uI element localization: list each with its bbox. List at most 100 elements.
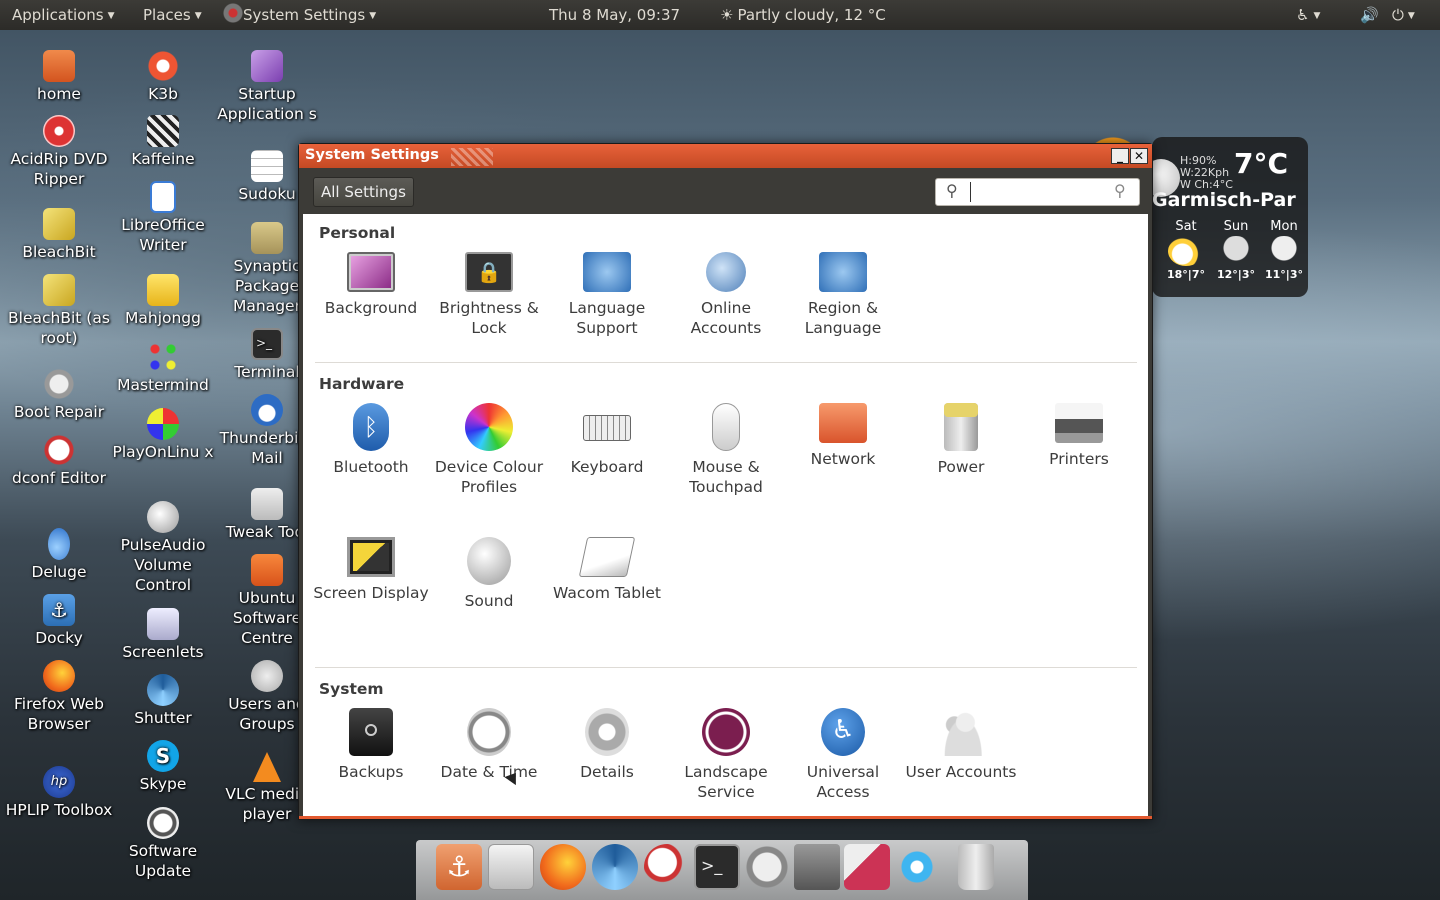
desktop-icon-dconf[interactable]: dconf Editor [4,434,114,488]
shutter-icon[interactable] [592,844,638,890]
desktop-icon-hplip[interactable]: hp HPLIP Toolbox [4,766,114,820]
places-menu[interactable]: Places ▼ [143,6,202,24]
settings-item-date-time[interactable]: Date & Time [430,708,548,782]
window-toolbar: All Settings ⚲ ⚲ [299,168,1152,214]
desktop-icon-playonlinux[interactable]: PlayOnLinu x [108,408,218,462]
desktop-icon-bleachbit-root[interactable]: BleachBit (as root) [4,274,114,348]
desktop-icon-home[interactable]: home [4,50,114,104]
weather-indicator[interactable]: ☀ Partly cloudy, 12 °C [720,6,886,24]
docky-dock: ⚓ >_ [416,840,1028,900]
mouse-icon [712,403,740,451]
desktop-icon-skype[interactable]: S Skype [108,740,218,794]
desktop-icon-label: Deluge [31,563,87,581]
desktop-icon-k3b[interactable]: K3b [108,50,218,104]
settings-item-background[interactable]: Background [312,252,430,318]
titlebar-pattern [451,148,493,166]
desktop-icon-mahjongg[interactable]: Mahjongg [108,274,218,328]
settings-item-color-profiles[interactable]: Device Colour Profiles [430,403,548,497]
sudoku-icon [251,150,283,182]
desktop-icon-label: Mastermind [117,376,209,394]
settings-item-label: Screen Display [313,584,429,602]
globe-blue-icon [819,252,867,292]
tweak-icon[interactable] [844,844,890,890]
settings-item-label: Landscape Service [684,763,768,801]
settings-item-language-support[interactable]: Language Support [548,252,666,338]
weather-widget[interactable]: H:90% W:22Kph W Ch:4°C 7°C Garmisch-Par … [1152,137,1308,297]
desktop-icon-kaffeine[interactable]: Kaffeine [108,115,218,169]
bleachbit-icon [43,208,75,240]
monitor-icon [347,252,395,292]
search-input[interactable] [970,182,1110,202]
desktop-icon-shutter[interactable]: Shutter [108,674,218,728]
desktop-icon-firefox[interactable]: Firefox Web Browser [4,660,114,734]
all-settings-button[interactable]: All Settings [313,177,414,207]
window-titlebar[interactable]: System Settings _ ✕ [299,144,1152,168]
desktop-icon-pulseaudio[interactable]: PulseAudio Volume Control [108,501,218,595]
desktop-icon-bleachbit[interactable]: BleachBit [4,208,114,262]
files-icon[interactable] [794,844,840,890]
settings-item-label: Keyboard [570,458,644,476]
online-accounts-icon [706,252,746,292]
session-indicator[interactable]: ⏻ ▼ [1392,6,1415,24]
desktop-icon-boot-repair[interactable]: Boot Repair [4,368,114,422]
home-folder-icon [43,50,75,82]
settings-content: Personal Background 🔒 Brightness & Lock … [303,214,1148,816]
docky-anchor-icon[interactable]: ⚓ [436,844,482,890]
checklist-icon[interactable] [644,844,690,890]
trash-icon[interactable] [958,844,994,890]
section-title-personal: Personal [319,224,396,242]
desktop-icon-writer[interactable]: LibreOffice Writer [108,181,218,255]
settings-item-network[interactable]: Network [784,403,902,469]
firefox-icon[interactable] [540,844,586,890]
desktop-icon-label: K3b [148,85,178,103]
settings-item-bluetooth[interactable]: ᛒ Bluetooth [312,403,430,477]
calculator-icon[interactable] [488,844,534,890]
system-settings-menu[interactable]: System Settings ▼ [243,6,376,24]
settings-item-power[interactable]: Power [902,403,1020,477]
desktop-icon-docky[interactable]: ⚓ Docky [4,594,114,648]
search-field[interactable]: ⚲ ⚲ [935,178,1140,206]
settings-item-brightness-lock[interactable]: 🔒 Brightness & Lock [430,252,548,338]
close-button[interactable]: ✕ [1130,148,1148,164]
accessibility-indicator[interactable]: ♿ ▼ [1296,6,1320,24]
desktop-icon-label: Boot Repair [13,403,105,421]
clear-search-icon[interactable]: ⚲ [1114,181,1126,200]
settings-item-user-accounts[interactable]: User Accounts [902,708,1020,782]
settings-item-landscape-service[interactable]: Landscape Service [667,708,785,802]
partly-cloudy-icon [1168,236,1204,266]
applications-menu[interactable]: Applications ▼ [12,6,115,24]
screenlets-icon[interactable] [894,844,940,890]
terminal-icon[interactable]: >_ [694,844,740,890]
settings-item-sound[interactable]: Sound [430,537,548,611]
minimize-button[interactable]: _ [1111,148,1129,164]
settings-item-mouse-touchpad[interactable]: Mouse & Touchpad [667,403,785,497]
settings-item-details[interactable]: Details [548,708,666,782]
boot-repair-icon[interactable] [744,844,790,890]
firefox-icon [43,660,75,692]
desktop-icon-mastermind[interactable]: Mastermind [108,341,218,395]
hp-icon: hp [43,766,75,798]
settings-item-label: Network [810,450,876,468]
clock[interactable]: Thu 8 May, 09:37 [549,6,680,24]
mahjongg-tiles-icon [147,274,179,306]
desktop-icon-startup-apps[interactable]: Startup Application s [212,50,322,124]
desktop-icon-screenlets[interactable]: Screenlets [108,608,218,662]
desktop-icon-software-update[interactable]: Software Update [108,807,218,881]
section-title-system: System [319,680,384,698]
desktop-icon-deluge[interactable]: Deluge [4,528,114,582]
settings-item-online-accounts[interactable]: Online Accounts [667,252,785,338]
settings-item-region-language[interactable]: Region & Language [784,252,902,338]
sound-indicator[interactable]: 🔊 [1360,6,1379,24]
desktop-icon-acidrip[interactable]: AcidRip DVD Ripper [4,115,114,189]
settings-item-backups[interactable]: Backups [312,708,430,782]
desktop-icon-label: BleachBit [22,243,96,261]
startup-apps-icon [251,50,283,82]
forecast-temps: 11°|3° [1265,268,1303,281]
settings-item-wacom-tablet[interactable]: Wacom Tablet [548,537,666,603]
settings-item-printers[interactable]: Printers [1020,403,1138,469]
forecast-day-name: Mon [1270,219,1298,234]
settings-item-keyboard[interactable]: Keyboard [548,403,666,477]
writer-document-icon [150,181,176,213]
settings-item-universal-access[interactable]: ♿ Universal Access [784,708,902,802]
settings-item-screen-display[interactable]: Screen Display [312,537,430,603]
